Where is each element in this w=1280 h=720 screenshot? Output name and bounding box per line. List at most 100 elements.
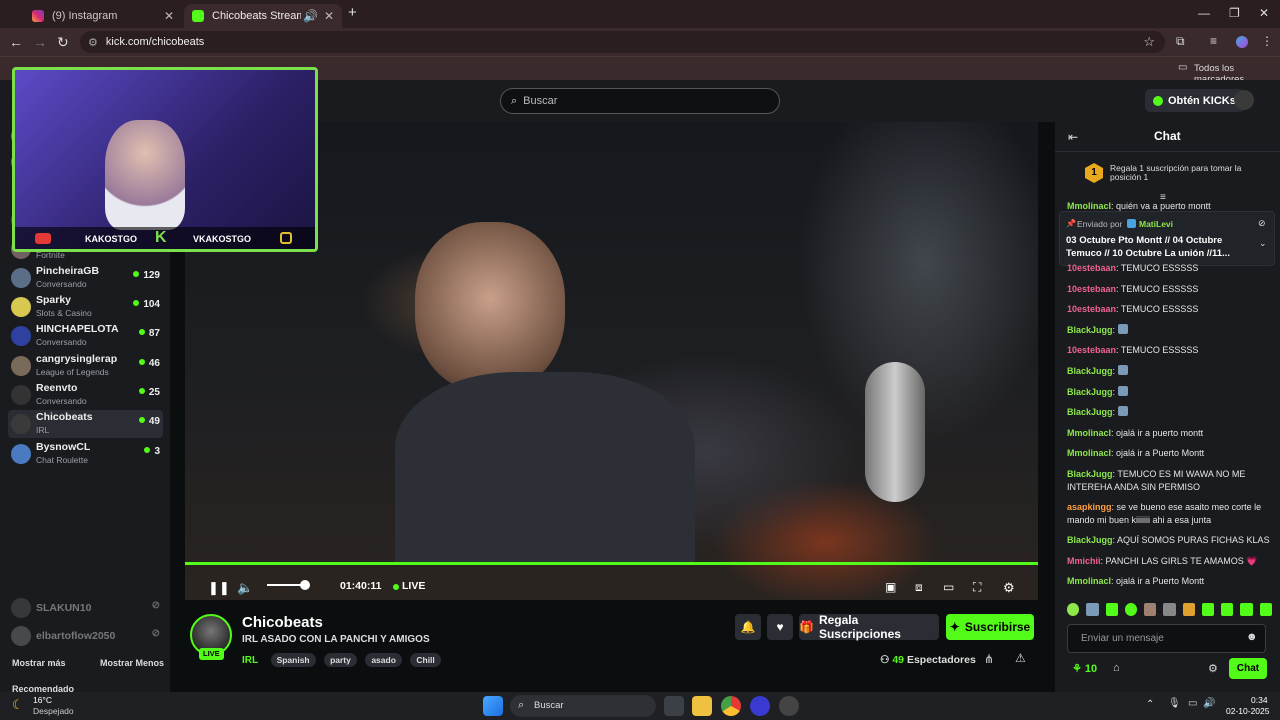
new-tab-button[interactable]: + [348,4,357,21]
sidebar-channel[interactable]: BysnowCL Chat Roulette 3 [8,440,163,468]
chat-username[interactable]: Mmolinacl [1067,428,1111,438]
chat-username[interactable]: Mmolinacl [1067,448,1111,458]
chrome-icon[interactable] [721,696,741,716]
volume-icon[interactable]: 🔈 [237,580,253,596]
bookmark-star-icon[interactable]: ☆ [1143,34,1155,50]
send-chat-button[interactable]: Chat [1229,658,1267,679]
chat-username[interactable]: Mmolinacl [1067,576,1111,586]
miniplayer-icon[interactable]: ▣ [885,580,896,594]
unpin-icon[interactable]: ⊘ [1258,218,1266,229]
weather-desc[interactable]: Despejado [33,706,74,716]
emote-icon[interactable] [1201,603,1215,616]
expand-pinned-icon[interactable]: ⌄ [1259,238,1267,249]
show-less-link[interactable]: Mostrar Menos [100,658,164,668]
volume-handle[interactable] [300,580,310,590]
pinned-message[interactable]: 📌 Enviado por MatiLevi ⊘ 03 Octubre Pto … [1059,211,1275,266]
profile-avatar[interactable] [1236,36,1248,48]
emote-icon[interactable] [1067,603,1080,616]
streamer-name[interactable]: Chicobeats [242,614,323,631]
clock-date[interactable]: 02-10-2025 [1226,706,1269,716]
category-link[interactable]: IRL [242,655,258,666]
search-input[interactable]: ⌕ Buscar [500,88,780,114]
emote-icon[interactable] [1221,603,1234,616]
emote-icon[interactable] [1144,603,1157,616]
start-icon[interactable] [483,696,503,716]
show-hidden-icons[interactable]: ⌃ [1146,699,1154,710]
clip-icon[interactable]: ⧈ [915,580,923,595]
tag-spanish[interactable]: Spanish [270,653,316,667]
emote-icon[interactable] [1163,603,1176,616]
emote-icon[interactable] [1086,603,1099,616]
user-avatar[interactable] [1234,90,1254,110]
tag-chill[interactable]: Chill [410,653,441,667]
chat-settings-icon[interactable]: ⚙ [1208,662,1218,675]
tab-kick-stream[interactable]: Chicobeats Stream - Watch 🔊 ✕ [184,4,342,28]
sidebar-channel[interactable]: HINCHAPELOTA Conversando 87 [8,322,163,350]
notifications-button[interactable]: 🔔 [735,614,761,640]
chat-username[interactable]: BlackJugg [1067,469,1113,479]
gift-promo-text[interactable]: Regala 1 suscripción para tomar la posic… [1110,164,1270,182]
chat-username[interactable]: BlackJugg [1067,366,1113,376]
extensions-icon[interactable]: ⧉ [1176,34,1185,49]
report-icon[interactable]: ⚠ [1015,651,1026,665]
chat-username[interactable]: 10estebaan [1067,345,1116,355]
follow-button[interactable]: ♥ [767,614,793,640]
emoji-picker-icon[interactable]: ☻ [1246,631,1258,643]
chat-username[interactable]: BlackJugg [1067,325,1113,335]
emote-icon[interactable] [1182,603,1195,616]
speaker-icon[interactable]: 🔊 [1203,698,1215,709]
sidebar-channel[interactable]: Sparky Slots & Casino 104 [8,293,163,321]
microphone-icon[interactable]: 🎙 [1168,698,1181,709]
fullscreen-icon[interactable]: ⛶ [973,580,981,595]
chat-username[interactable]: 10estebaan [1067,263,1116,273]
pause-icon[interactable]: ❚❚ [208,580,230,596]
reading-list-icon[interactable]: ≡ [1210,34,1217,48]
speaker-icon[interactable]: 🔊 [303,9,318,23]
progress-bar[interactable] [185,562,1038,565]
channel-points[interactable]: ⚘ 10 [1072,662,1097,675]
close-tab-icon[interactable]: ✕ [324,9,334,23]
emote-icon[interactable] [1105,603,1118,616]
weather-temp[interactable]: 16°C [33,695,52,705]
sidebar-channel-offline[interactable]: elbartoflow2050 ⊘ [8,622,163,650]
emote-icon[interactable] [1124,603,1138,616]
pinned-user[interactable]: MatiLevi [1139,219,1173,229]
show-more-link[interactable]: Mostrar más [12,658,66,668]
restore-icon[interactable]: ❐ [1229,6,1240,20]
task-view-icon[interactable] [664,696,684,716]
app-icon[interactable] [750,696,770,716]
chat-username[interactable]: asapkingg [1067,502,1112,512]
chat-username[interactable]: BlackJugg [1067,407,1113,417]
chat-username[interactable]: 10estebaan [1067,304,1116,314]
sidebar-channel[interactable]: PincheiraGB Conversando 129 [8,264,163,292]
subscribe-button[interactable]: ✦ Suscribirse [946,614,1034,640]
sidebar-channel[interactable]: Reenvto Conversando 25 [8,381,163,409]
network-icon[interactable]: ▭ [1188,698,1197,709]
settings-icon[interactable]: ⚙ [1003,580,1015,596]
close-tab-icon[interactable]: ✕ [164,9,174,23]
menu-icon[interactable]: ⋮ [1261,34,1273,48]
collapse-chat-icon[interactable]: ⇤ [1068,130,1078,144]
chat-username[interactable]: 10estebaan [1067,284,1116,294]
file-explorer-icon[interactable] [692,696,712,716]
share-icon[interactable]: ⋔ [984,652,994,666]
sidebar-channel[interactable]: cangrysinglerap League of Legends 46 [8,352,163,380]
chat-username[interactable]: BlackJugg [1067,535,1113,545]
reload-icon[interactable]: ↻ [57,34,69,51]
tag-party[interactable]: party [324,653,357,667]
store-icon[interactable]: ⌂ [1113,662,1120,674]
chat-username[interactable]: BlackJugg [1067,387,1113,397]
url-field[interactable]: ⚙ kick.com/chicobeats ☆ [80,31,1165,53]
back-icon[interactable]: ← [9,34,23,50]
theater-mode-icon[interactable]: ▭ [943,580,954,594]
close-window-icon[interactable]: ✕ [1259,6,1269,20]
site-info-icon[interactable]: ⚙ [88,36,98,49]
app-icon[interactable] [779,696,799,716]
emote-icon[interactable] [1259,603,1272,616]
clock-time[interactable]: 0:34 [1251,695,1268,705]
gift-subs-button[interactable]: 🎁 Regala Suscripciones [799,613,939,641]
sidebar-channel-offline[interactable]: SLAKUN10 ⊘ [8,594,163,622]
tag-asado[interactable]: asado [365,653,402,667]
emote-icon[interactable] [1240,603,1253,616]
get-kicks-button[interactable]: Obtén KICKs [1145,89,1244,112]
